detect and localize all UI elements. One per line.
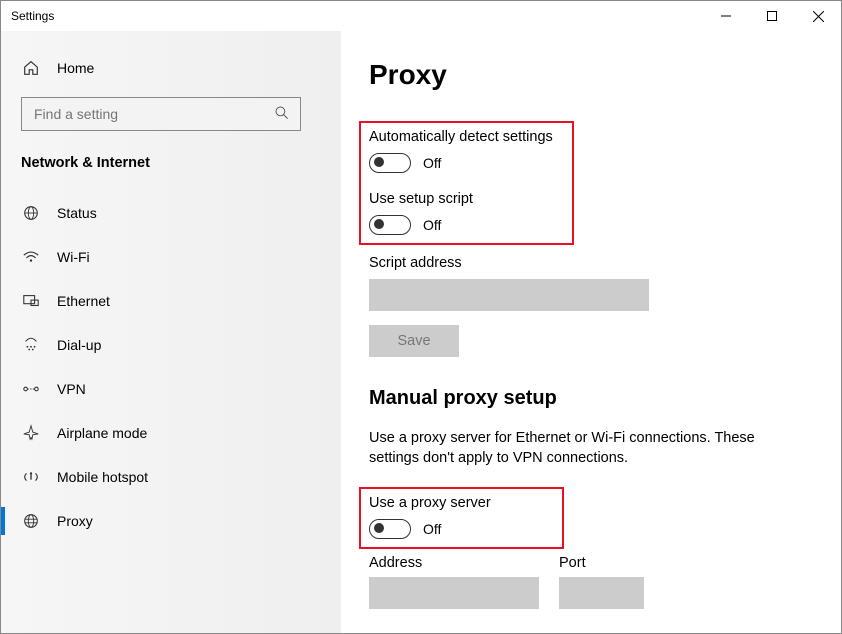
sidebar-item-ethernet[interactable]: Ethernet bbox=[1, 279, 341, 323]
sidebar-item-label: Ethernet bbox=[57, 293, 110, 309]
search-icon bbox=[274, 105, 290, 124]
home-label: Home bbox=[57, 60, 94, 76]
address-label: Address bbox=[369, 555, 539, 571]
minimize-button[interactable] bbox=[703, 1, 749, 31]
window-controls bbox=[703, 1, 841, 31]
port-label: Port bbox=[559, 555, 644, 571]
status-icon bbox=[21, 204, 41, 222]
vpn-icon bbox=[21, 380, 41, 398]
sidebar-item-label: Dial-up bbox=[57, 337, 101, 353]
hotspot-icon bbox=[21, 468, 41, 486]
titlebar: Settings bbox=[1, 1, 841, 31]
home-nav[interactable]: Home bbox=[1, 51, 341, 85]
sidebar-item-hotspot[interactable]: Mobile hotspot bbox=[1, 455, 341, 499]
sidebar-item-label: Status bbox=[57, 205, 97, 221]
proxy-icon bbox=[21, 512, 41, 530]
use-proxy-toggle[interactable] bbox=[369, 519, 411, 539]
address-input[interactable] bbox=[369, 577, 539, 609]
sidebar: Home Network & Internet Status Wi-Fi bbox=[1, 31, 341, 633]
use-proxy-label: Use a proxy server bbox=[369, 495, 552, 511]
sidebar-item-status[interactable]: Status bbox=[1, 191, 341, 235]
port-input[interactable] bbox=[559, 577, 644, 609]
highlight-box-auto: Automatically detect settings Off Use se… bbox=[359, 121, 574, 245]
sidebar-item-proxy[interactable]: Proxy bbox=[1, 499, 341, 543]
auto-detect-toggle[interactable] bbox=[369, 153, 411, 173]
search-box[interactable] bbox=[21, 97, 301, 131]
manual-description: Use a proxy server for Ethernet or Wi-Fi… bbox=[369, 428, 789, 469]
sidebar-item-vpn[interactable]: VPN bbox=[1, 367, 341, 411]
sidebar-section-title: Network & Internet bbox=[1, 151, 341, 191]
sidebar-item-label: Mobile hotspot bbox=[57, 469, 148, 485]
dialup-icon bbox=[21, 336, 41, 354]
highlight-box-manual: Use a proxy server Off bbox=[359, 487, 564, 549]
sidebar-item-label: Airplane mode bbox=[57, 425, 147, 441]
sidebar-item-dialup[interactable]: Dial-up bbox=[1, 323, 341, 367]
search-input[interactable] bbox=[32, 105, 272, 123]
use-proxy-state: Off bbox=[423, 521, 441, 537]
sidebar-item-label: Proxy bbox=[57, 513, 93, 529]
sidebar-item-wifi[interactable]: Wi-Fi bbox=[1, 235, 341, 279]
save-button[interactable]: Save bbox=[369, 325, 459, 357]
script-address-input[interactable] bbox=[369, 279, 649, 311]
sidebar-item-label: Wi-Fi bbox=[57, 249, 90, 265]
home-icon bbox=[21, 59, 41, 77]
manual-heading: Manual proxy setup bbox=[369, 387, 813, 410]
page-title: Proxy bbox=[369, 59, 813, 91]
ethernet-icon bbox=[21, 292, 41, 310]
script-address-label: Script address bbox=[369, 255, 813, 271]
setup-script-state: Off bbox=[423, 217, 441, 233]
setup-script-toggle[interactable] bbox=[369, 215, 411, 235]
airplane-icon bbox=[21, 424, 41, 442]
close-button[interactable] bbox=[795, 1, 841, 31]
auto-detect-state: Off bbox=[423, 155, 441, 171]
sidebar-item-airplane[interactable]: Airplane mode bbox=[1, 411, 341, 455]
wifi-icon bbox=[21, 248, 41, 266]
auto-detect-label: Automatically detect settings bbox=[369, 129, 562, 145]
setup-script-label: Use setup script bbox=[369, 191, 562, 207]
main-content: Proxy Automatically detect settings Off … bbox=[341, 31, 841, 633]
window-title: Settings bbox=[11, 9, 54, 23]
maximize-button[interactable] bbox=[749, 1, 795, 31]
sidebar-item-label: VPN bbox=[57, 381, 86, 397]
